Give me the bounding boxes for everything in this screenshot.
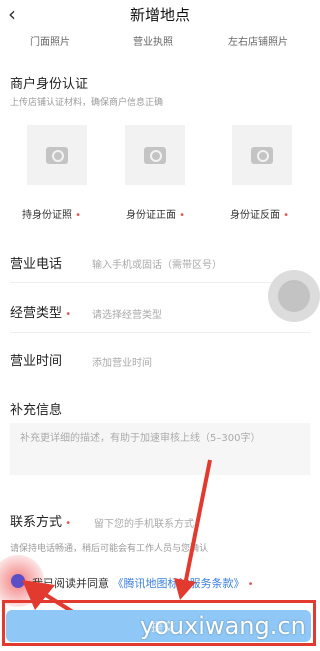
annotation-arrows (22, 459, 212, 628)
arrow-line-right (183, 459, 212, 586)
arrow-head-right (174, 578, 196, 600)
watermark: youxiwang.cn (140, 612, 306, 640)
floating-assist-button[interactable] (268, 270, 320, 322)
